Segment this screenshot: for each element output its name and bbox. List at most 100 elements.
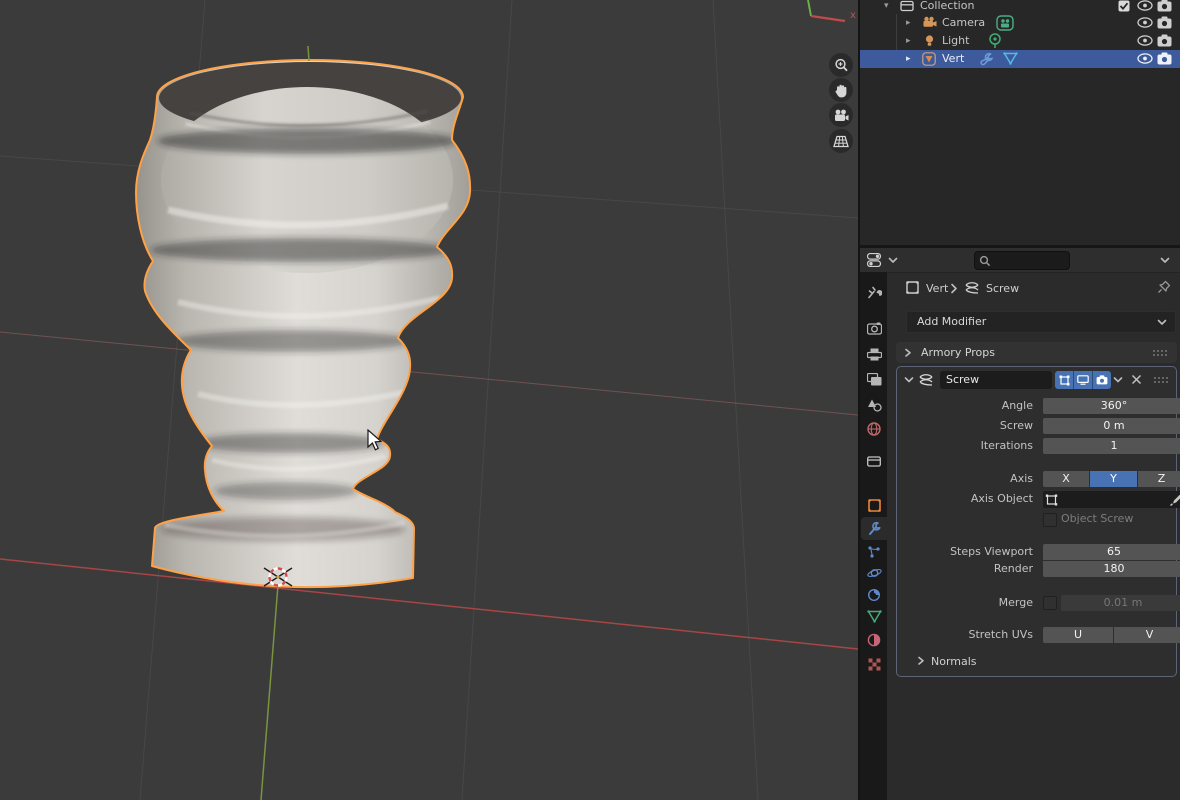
editor-type-chevron-icon[interactable] — [888, 257, 898, 264]
tab-material[interactable] — [861, 628, 887, 651]
normals-subpanel-header[interactable]: Normals — [931, 654, 977, 670]
panel-grip-handle[interactable] — [1152, 349, 1168, 356]
armory-props-panel-header[interactable]: Armory Props — [896, 342, 1177, 363]
stretch-u-button[interactable]: U — [1043, 627, 1113, 643]
modifier-display-toggles — [1055, 371, 1111, 389]
axis-y-button[interactable]: Y — [1090, 471, 1137, 487]
tab-scene[interactable] — [861, 393, 887, 416]
render-camera-icon[interactable] — [1157, 16, 1172, 29]
expand-arrow-icon[interactable]: ▸ — [906, 50, 911, 68]
camera-icon — [1096, 375, 1108, 385]
modifier-name-field[interactable]: Screw — [940, 371, 1052, 389]
outliner-row-camera[interactable]: ▸ Camera — [860, 14, 1180, 32]
steps-viewport-field[interactable]: 65 — [1043, 544, 1180, 560]
add-modifier-dropdown[interactable]: Add Modifier — [906, 311, 1176, 333]
expand-arrow-icon[interactable]: ▸ — [906, 32, 911, 50]
outliner-item-label[interactable]: Vert — [942, 50, 964, 68]
zoom-gizmo[interactable] — [829, 53, 853, 77]
camera-data-icon — [996, 15, 1014, 31]
y-axis-line — [261, 585, 278, 800]
tab-physics[interactable] — [861, 561, 887, 584]
blender-window: x — [0, 0, 1180, 800]
render-display-toggle[interactable] — [1093, 371, 1111, 389]
stretch-v-button[interactable]: V — [1114, 627, 1180, 643]
axis-label-x: x — [850, 10, 856, 21]
breadcrumb-object[interactable]: Vert — [926, 282, 948, 295]
pin-icon[interactable] — [1157, 280, 1171, 294]
tab-modifiers[interactable] — [861, 517, 887, 540]
search-icon — [979, 255, 991, 267]
tab-world[interactable] — [861, 417, 887, 440]
outliner-row-light[interactable]: ▸ Light — [860, 32, 1180, 50]
search-box[interactable] — [974, 251, 1070, 270]
disclosure-chevron-icon — [917, 656, 925, 666]
outliner-row-vert[interactable]: ▸ Vert — [860, 50, 1180, 68]
axis-x-button[interactable]: X — [1043, 471, 1089, 487]
render-steps-label: Render — [909, 561, 1033, 577]
tab-render[interactable] — [861, 317, 887, 340]
tab-object-data[interactable] — [861, 605, 887, 628]
tab-object[interactable] — [861, 494, 887, 517]
hide-eye-icon[interactable] — [1137, 52, 1153, 65]
screw-label: Screw — [909, 418, 1033, 434]
axis-z-button[interactable]: Z — [1138, 471, 1180, 487]
outliner-row-collection[interactable]: ▾ Collection — [860, 0, 1180, 15]
outliner-item-label[interactable]: Camera — [942, 14, 985, 32]
modifier-extras-chevron-icon[interactable] — [1113, 376, 1123, 384]
selectable-checkbox-icon[interactable] — [1118, 0, 1130, 12]
screw-object — [136, 60, 470, 587]
tab-output[interactable] — [861, 343, 887, 366]
navigation-gizmo[interactable]: x — [795, 0, 859, 30]
breadcrumb-modifier[interactable]: Screw — [986, 282, 1019, 295]
outliner-item-label[interactable]: Collection — [920, 0, 974, 15]
panel-expand-chevron-icon[interactable] — [904, 376, 914, 384]
angle-field[interactable]: 360° — [1043, 398, 1180, 414]
screw-field[interactable]: 0 m — [1043, 418, 1180, 434]
eyedropper-icon[interactable] — [1169, 494, 1180, 506]
camera-view-gizmo[interactable] — [829, 103, 853, 127]
realtime-display-toggle[interactable] — [1074, 371, 1093, 389]
screw-modifier-icon — [918, 373, 935, 386]
disclosure-chevron-icon — [904, 348, 912, 358]
light-data-icon — [988, 33, 1002, 49]
tab-constraints[interactable] — [861, 583, 887, 606]
tab-tool[interactable] — [861, 281, 887, 304]
hide-eye-icon[interactable] — [1137, 34, 1153, 47]
monitor-icon — [1077, 375, 1089, 385]
iterations-label: Iterations — [909, 438, 1033, 454]
movie-camera-icon — [833, 109, 849, 122]
editor-type-icon[interactable] — [867, 253, 885, 267]
chevron-down-icon — [1157, 319, 1167, 326]
close-icon[interactable] — [1131, 374, 1142, 385]
outliner-item-label[interactable]: Light — [942, 32, 969, 50]
expand-arrow-icon[interactable]: ▸ — [906, 14, 911, 32]
expand-arrow-icon[interactable]: ▾ — [884, 0, 889, 15]
modifier-wrench-icon — [980, 52, 994, 66]
object-screw-label: Object Screw — [1061, 511, 1133, 527]
merge-threshold-field[interactable]: 0.01 m — [1061, 595, 1180, 611]
panel-grip-handle[interactable] — [1153, 376, 1169, 383]
hand-icon — [834, 83, 848, 98]
armory-props-title: Armory Props — [921, 346, 995, 359]
axis-object-label: Axis Object — [909, 491, 1033, 507]
merge-checkbox[interactable] — [1043, 596, 1057, 610]
tab-collection[interactable] — [861, 449, 887, 472]
axis-object-picker[interactable] — [1043, 491, 1180, 508]
render-camera-icon[interactable] — [1157, 34, 1172, 47]
tab-particles[interactable] — [861, 540, 887, 563]
render-steps-field[interactable]: 180 — [1043, 561, 1180, 577]
edit-mode-toggle[interactable] — [1055, 371, 1074, 389]
search-input[interactable] — [993, 252, 1067, 269]
hide-eye-icon[interactable] — [1137, 16, 1153, 29]
tab-view-layer[interactable] — [861, 368, 887, 391]
header-menu-chevron-icon[interactable] — [1160, 257, 1170, 264]
grid-toggle-gizmo[interactable] — [829, 129, 853, 153]
hide-eye-icon[interactable] — [1137, 0, 1153, 12]
render-camera-icon[interactable] — [1157, 52, 1172, 65]
pan-gizmo[interactable] — [829, 78, 853, 102]
iterations-field[interactable]: 1 — [1043, 438, 1180, 454]
3d-viewport[interactable]: x — [0, 0, 858, 800]
object-screw-checkbox[interactable] — [1043, 513, 1057, 527]
render-camera-icon[interactable] — [1157, 0, 1172, 12]
tab-texture[interactable] — [861, 653, 887, 676]
